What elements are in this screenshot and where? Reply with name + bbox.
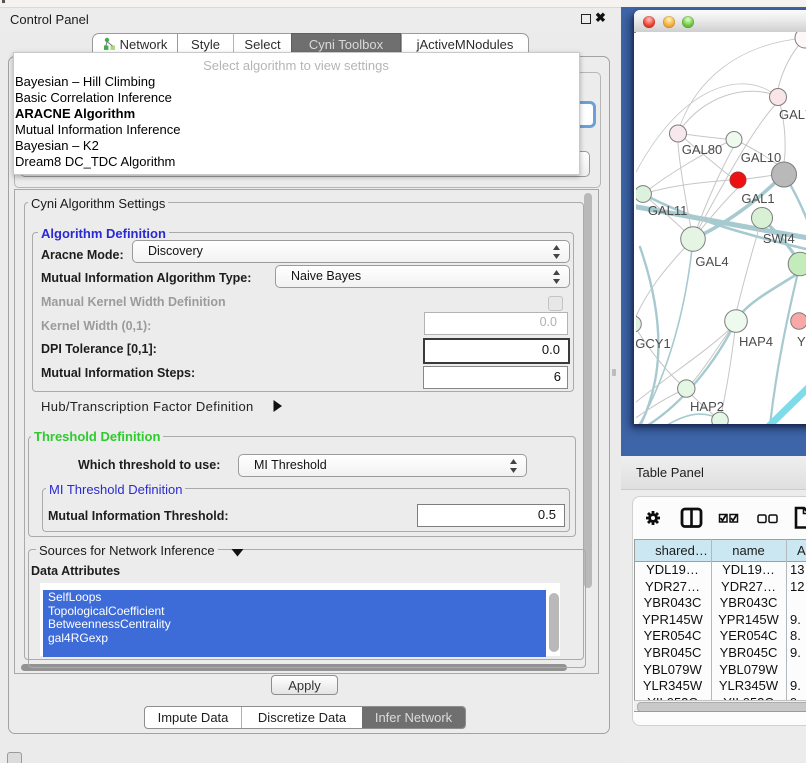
svg-text:GAL1: GAL1 — [741, 191, 774, 206]
svg-text:HAP2: HAP2 — [690, 399, 724, 414]
svg-text:Y: Y — [797, 334, 806, 349]
svg-text:GAL80: GAL80 — [682, 142, 722, 157]
svg-text:GAL4: GAL4 — [695, 254, 728, 269]
svg-text:SWI4: SWI4 — [763, 231, 795, 246]
svg-text:GCY1: GCY1 — [636, 336, 671, 351]
svg-text:GAL7: GAL7 — [779, 107, 806, 122]
svg-text:GAL10: GAL10 — [741, 150, 781, 165]
svg-text:GAL11: GAL11 — [648, 203, 688, 218]
svg-text:HAP4: HAP4 — [739, 334, 773, 349]
